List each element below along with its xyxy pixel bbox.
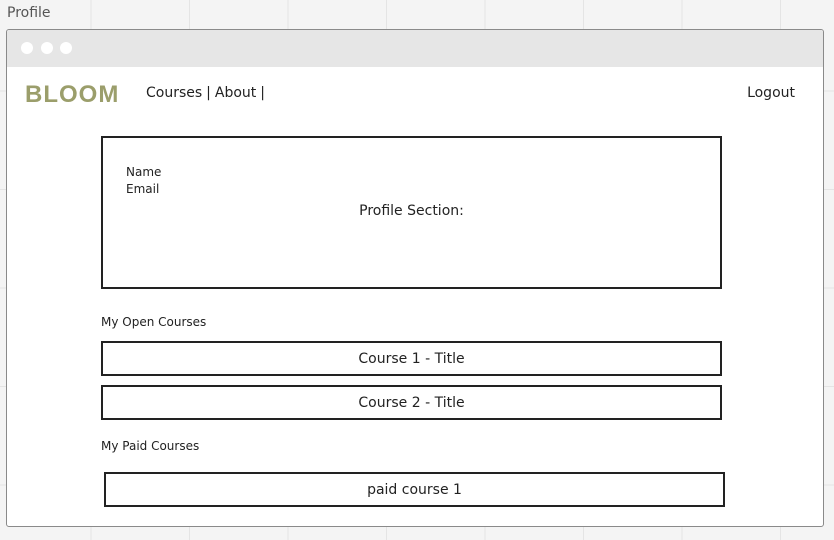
nav-separator: | bbox=[206, 85, 211, 101]
nav-link-courses[interactable]: Courses bbox=[146, 85, 202, 101]
nav-separator: | bbox=[260, 85, 266, 101]
open-course-item[interactable]: Course 2 - Title bbox=[101, 385, 722, 420]
profile-section-title: Profile Section: bbox=[359, 203, 464, 219]
profile-email-label: Email bbox=[126, 182, 160, 196]
window-control-dot[interactable] bbox=[41, 42, 53, 54]
profile-name-label: Name bbox=[126, 165, 162, 179]
open-courses-heading: My Open Courses bbox=[101, 315, 207, 329]
profile-section: Name Email Profile Section: bbox=[101, 136, 722, 289]
nav-link-about[interactable]: About bbox=[215, 85, 256, 101]
frame-label: Profile bbox=[7, 5, 51, 21]
paid-course-item[interactable]: paid course 1 bbox=[104, 472, 725, 507]
window-control-dot[interactable] bbox=[21, 42, 33, 54]
paid-courses-heading: My Paid Courses bbox=[101, 439, 200, 453]
window-control-dot[interactable] bbox=[60, 42, 72, 54]
logout-link[interactable]: Logout bbox=[747, 85, 795, 101]
browser-window: BLOOM Courses | About | Logout Name Email P… bbox=[6, 29, 824, 527]
open-course-item[interactable]: Course 1 - Title bbox=[101, 341, 722, 376]
window-titlebar bbox=[7, 30, 823, 67]
brand-logo[interactable]: BLOOM bbox=[25, 81, 119, 109]
top-nav: Courses | About | bbox=[146, 85, 269, 101]
